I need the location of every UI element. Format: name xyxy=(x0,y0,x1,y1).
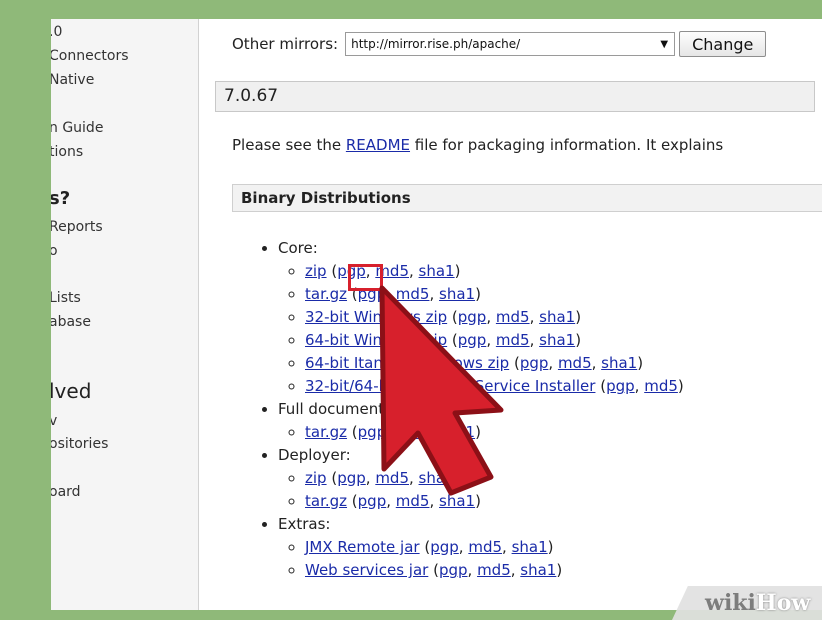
download-link[interactable]: 32-bit/64-bit Windows Service Installer xyxy=(305,377,595,395)
checksum-link-sha1[interactable]: sha1 xyxy=(512,538,548,556)
dist-group-label: Deployer: xyxy=(278,446,351,464)
checksum-link-pgp[interactable]: pgp xyxy=(606,377,635,395)
checksum-link-sha1[interactable]: sha1 xyxy=(539,308,575,326)
checksum-link-pgp[interactable]: pgp xyxy=(430,538,459,556)
download-item: 64-bit Windows zip (pgp, md5, sha1) xyxy=(305,329,684,352)
checksum-link-md5[interactable]: md5 xyxy=(396,492,430,510)
checksum-link-sha1[interactable]: sha1 xyxy=(539,331,575,349)
checksum-link-pgp[interactable]: pgp xyxy=(358,423,387,441)
wikihow-logo: wikiHow xyxy=(705,590,810,616)
download-link[interactable]: tar.gz xyxy=(305,492,347,510)
checksum-link-md5[interactable]: md5 xyxy=(375,469,409,487)
dist-group-core: Core:zip (pgp, md5, sha1)tar.gz (pgp, md… xyxy=(278,237,684,398)
dist-group-full-docs: Full documentation: tar.gz (pgp, md5, sha… xyxy=(278,398,684,444)
dist-group-label: Extras: xyxy=(278,515,331,533)
sidebar-item[interactable]: oard xyxy=(51,484,81,500)
highlight-box xyxy=(348,264,383,291)
sidebar-item[interactable]: Native xyxy=(51,72,94,88)
sidebar-item[interactable]: Lists xyxy=(51,290,81,306)
download-item: 64-bit Itanium Windows zip (pgp, md5, sh… xyxy=(305,352,684,375)
sidebar-heading: lved xyxy=(51,379,92,403)
dist-group-label: Core: xyxy=(278,239,318,257)
main-content: Other mirrors: http://mirror.rise.ph/apa… xyxy=(199,19,822,610)
download-link[interactable]: tar.gz xyxy=(305,285,347,303)
checksum-link-pgp[interactable]: pgp xyxy=(520,354,549,372)
checksum-link-sha1[interactable]: sha1 xyxy=(419,469,455,487)
download-link[interactable]: 64-bit Itanium Windows zip xyxy=(305,354,509,372)
sidebar-item[interactable]: v xyxy=(51,413,57,429)
checksum-link-pgp[interactable]: pgp xyxy=(439,561,468,579)
sidebar-item[interactable]: o xyxy=(51,243,58,259)
checksum-link-sha1[interactable]: sha1 xyxy=(439,285,475,303)
browser-viewport: .0 Connectors Native n Guide tions s? Re… xyxy=(51,19,822,610)
section-heading: Binary Distributions xyxy=(232,184,822,212)
dist-group-deployer: Deployer: zip (pgp, md5, sha1)tar.gz (pgp… xyxy=(278,444,684,513)
version-heading: 7.0.67 xyxy=(215,81,815,112)
download-link[interactable]: zip xyxy=(305,262,327,280)
sidebar-item[interactable]: .0 xyxy=(51,24,62,40)
download-link[interactable]: 32-bit Windows zip xyxy=(305,308,447,326)
readme-paragraph: Please see the README file for packaging… xyxy=(232,136,723,154)
checksum-link-sha1[interactable]: sha1 xyxy=(419,262,455,280)
checksum-link-md5[interactable]: md5 xyxy=(477,561,511,579)
sidebar-item[interactable]: n Guide xyxy=(51,120,103,136)
sidebar: .0 Connectors Native n Guide tions s? Re… xyxy=(51,19,199,610)
sidebar-item[interactable]: tions xyxy=(51,144,83,160)
checksum-link-md5[interactable]: md5 xyxy=(396,423,430,441)
distribution-list: Core:zip (pgp, md5, sha1)tar.gz (pgp, md… xyxy=(254,237,684,582)
mirrors-row: Other mirrors: http://mirror.rise.ph/apa… xyxy=(232,31,767,57)
download-item: tar.gz (pgp, md5, sha1) xyxy=(305,490,684,513)
sidebar-item[interactable]: Reports xyxy=(51,219,103,235)
download-link[interactable]: tar.gz xyxy=(305,423,347,441)
checksum-link-md5[interactable]: md5 xyxy=(396,285,430,303)
checksum-link-sha1[interactable]: sha1 xyxy=(520,561,556,579)
checksum-link-md5[interactable]: md5 xyxy=(558,354,592,372)
checksum-link-sha1[interactable]: sha1 xyxy=(439,492,475,510)
download-item: zip (pgp, md5, sha1) xyxy=(305,467,684,490)
mirror-select-value: http://mirror.rise.ph/apache/ xyxy=(351,37,521,51)
change-button[interactable]: Change xyxy=(679,31,767,57)
readme-suffix: file for packaging information. It expla… xyxy=(410,136,724,154)
download-link[interactable]: Web services jar xyxy=(305,561,428,579)
download-link[interactable]: JMX Remote jar xyxy=(305,538,420,556)
watermark-part2: How xyxy=(755,590,811,616)
checksum-link-pgp[interactable]: pgp xyxy=(458,308,487,326)
sidebar-heading: s? xyxy=(51,188,71,209)
mirrors-label: Other mirrors: xyxy=(232,35,339,53)
download-link[interactable]: zip xyxy=(305,469,327,487)
sidebar-item[interactable]: abase xyxy=(51,314,91,330)
download-item: JMX Remote jar (pgp, md5, sha1) xyxy=(305,536,684,559)
dist-group-extras: Extras:JMX Remote jar (pgp, md5, sha1)We… xyxy=(278,513,684,582)
download-item: Web services jar (pgp, md5, sha1) xyxy=(305,559,684,582)
watermark-part1: wiki xyxy=(705,590,756,616)
download-item: 32-bit Windows zip (pgp, md5, sha1) xyxy=(305,306,684,329)
dropdown-arrow-icon: ▼ xyxy=(660,38,669,50)
checksum-link-sha1[interactable]: sha1 xyxy=(601,354,637,372)
checksum-link-md5[interactable]: md5 xyxy=(644,377,678,395)
download-item: tar.gz (pgp, md5, sha1) xyxy=(305,421,684,444)
download-item: 32-bit/64-bit Windows Service Installer … xyxy=(305,375,684,398)
checksum-link-md5[interactable]: md5 xyxy=(496,331,530,349)
sidebar-item[interactable]: Connectors xyxy=(51,48,129,64)
checksum-link-md5[interactable]: md5 xyxy=(468,538,502,556)
checksum-link-pgp[interactable]: pgp xyxy=(337,469,366,487)
readme-link[interactable]: README xyxy=(346,136,410,154)
checksum-link-pgp[interactable]: pgp xyxy=(358,492,387,510)
readme-prefix: Please see the xyxy=(232,136,346,154)
download-link[interactable]: 64-bit Windows zip xyxy=(305,331,447,349)
checksum-link-pgp[interactable]: pgp xyxy=(458,331,487,349)
checksum-link-md5[interactable]: md5 xyxy=(496,308,530,326)
checksum-link-sha1[interactable]: sha1 xyxy=(439,423,475,441)
sidebar-item[interactable]: ositories xyxy=(51,436,108,452)
mirror-select[interactable]: http://mirror.rise.ph/apache/ ▼ xyxy=(345,32,676,56)
dist-group-label: Full documentation: xyxy=(278,400,428,418)
